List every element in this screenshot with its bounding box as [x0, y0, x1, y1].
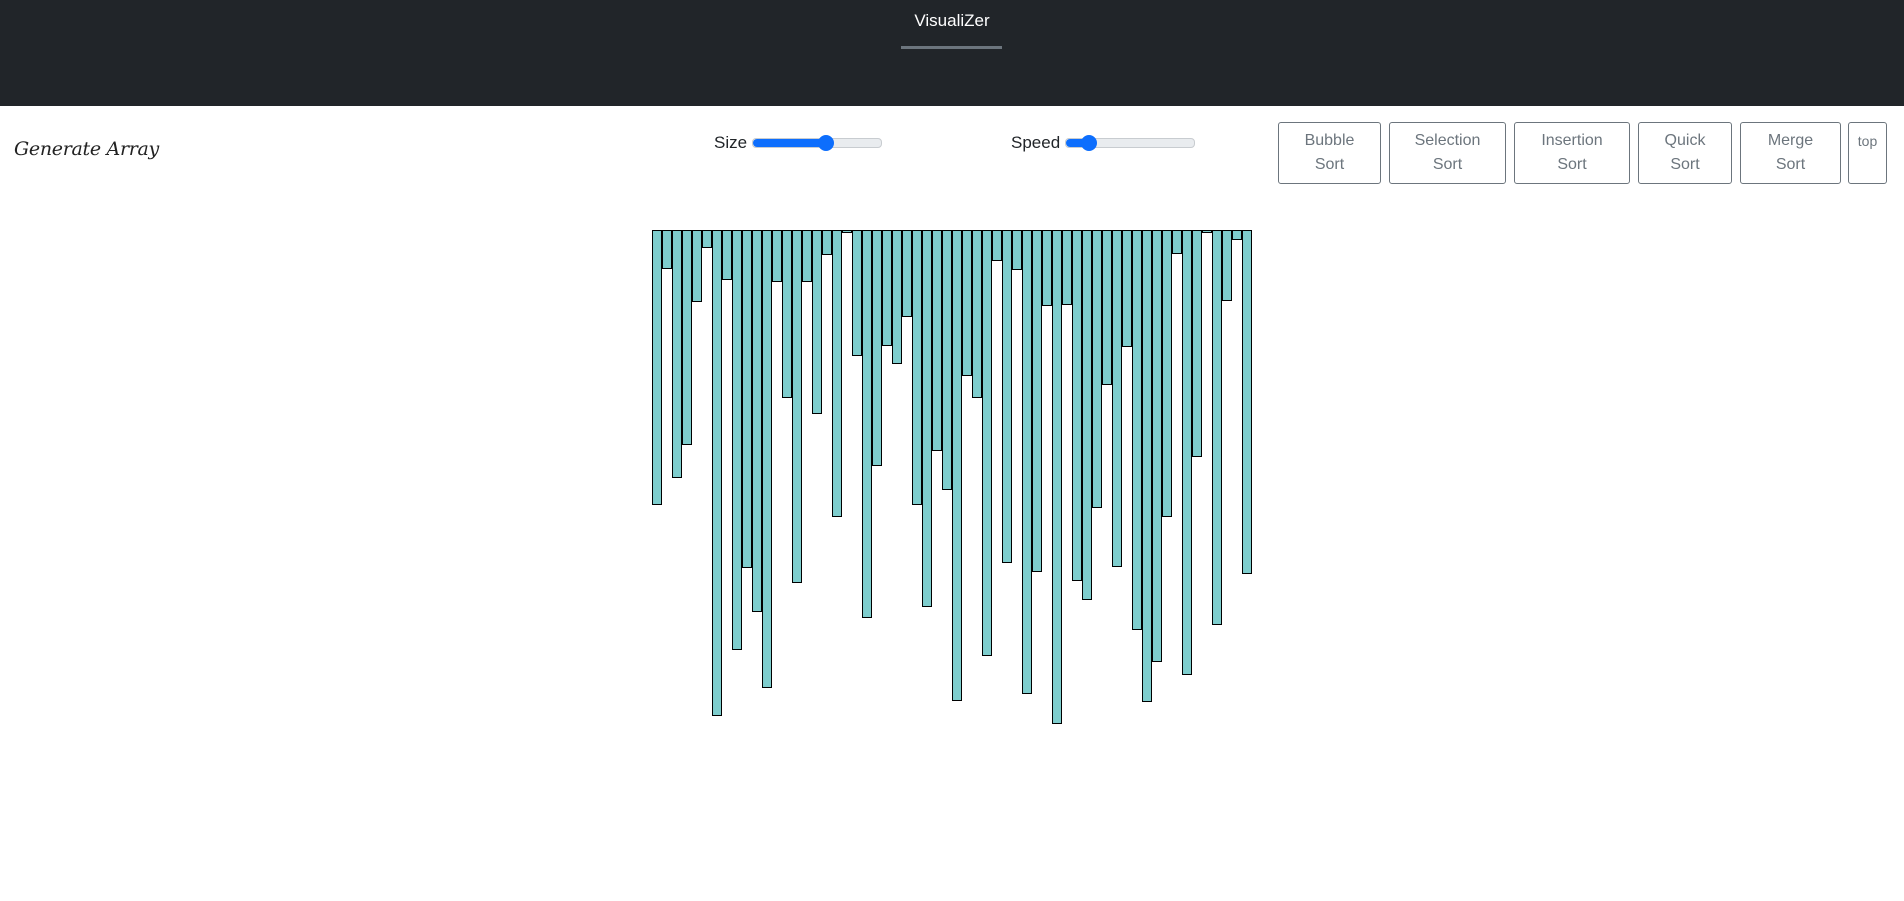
array-bar — [1202, 230, 1212, 233]
array-bar — [742, 230, 752, 568]
quick-sort-button[interactable]: Quick Sort — [1638, 122, 1732, 184]
array-bar — [932, 230, 942, 451]
array-bar — [952, 230, 962, 701]
array-bar — [842, 230, 852, 233]
array-bar — [712, 230, 722, 716]
array-bar — [732, 230, 742, 650]
array-bar — [1112, 230, 1122, 567]
array-bar — [1072, 230, 1082, 581]
array-bar — [902, 230, 912, 317]
array-bar — [1052, 230, 1062, 724]
array-bar — [1222, 230, 1232, 301]
bubble-sort-label: Bubble Sort — [1304, 132, 1355, 173]
array-bar — [942, 230, 952, 490]
array-bar — [962, 230, 972, 376]
array-bars-chart — [652, 230, 1252, 730]
array-bar — [872, 230, 882, 466]
array-bar — [812, 230, 822, 414]
array-bar — [1172, 230, 1182, 254]
array-bar — [1002, 230, 1012, 563]
array-bar — [1242, 230, 1252, 574]
title-underline — [901, 46, 1002, 49]
array-bar — [822, 230, 832, 255]
array-bar — [1012, 230, 1022, 270]
merge-sort-button[interactable]: Merge Sort — [1740, 122, 1841, 184]
array-bar — [1082, 230, 1092, 600]
array-bar — [1062, 230, 1072, 305]
size-slider-thumb[interactable] — [818, 135, 835, 151]
size-slider-fill — [753, 139, 827, 147]
array-bar — [1152, 230, 1162, 662]
array-bar — [1212, 230, 1222, 625]
insertion-sort-label: Insertion Sort — [1541, 132, 1603, 173]
array-bar — [1022, 230, 1032, 694]
array-bar — [982, 230, 992, 656]
speed-label: Speed — [1011, 133, 1061, 152]
array-bar — [722, 230, 732, 280]
array-bar — [752, 230, 762, 612]
size-control: Size — [714, 130, 883, 156]
array-bar — [802, 230, 812, 282]
array-bar — [992, 230, 1002, 261]
array-bar — [912, 230, 922, 505]
array-bar — [892, 230, 902, 364]
array-bar — [1192, 230, 1202, 457]
array-bar — [682, 230, 692, 445]
array-bar — [662, 230, 672, 269]
merge-sort-label: Merge Sort — [1767, 132, 1814, 173]
array-bar — [792, 230, 802, 583]
selection-sort-button[interactable]: Selection Sort — [1389, 122, 1506, 184]
bubble-sort-button[interactable]: Bubble Sort — [1278, 122, 1381, 184]
array-bar — [862, 230, 872, 618]
array-bar — [762, 230, 772, 688]
array-bar — [922, 230, 932, 607]
array-bar — [882, 230, 892, 346]
selection-sort-label: Selection Sort — [1414, 132, 1481, 173]
array-bar — [692, 230, 702, 302]
array-bar — [702, 230, 712, 248]
speed-control: Speed — [1011, 130, 1196, 156]
app-title[interactable]: VisualiZer — [0, 11, 1904, 31]
top-button[interactable]: top — [1848, 122, 1887, 184]
top-button-label: top — [1857, 133, 1878, 149]
array-bar — [1182, 230, 1192, 675]
array-bar — [1132, 230, 1142, 630]
size-slider[interactable] — [752, 135, 883, 151]
array-bar — [832, 230, 842, 517]
array-bar — [772, 230, 782, 282]
array-bar — [652, 230, 662, 505]
generate-array-button[interactable]: Generate Array — [14, 138, 159, 160]
top-navbar: VisualiZer — [0, 0, 1904, 106]
array-bar — [1032, 230, 1042, 572]
array-bar — [782, 230, 792, 398]
speed-slider[interactable] — [1065, 135, 1196, 151]
array-bar — [1142, 230, 1152, 702]
array-bar — [672, 230, 682, 478]
array-bar — [1162, 230, 1172, 517]
array-bar — [1092, 230, 1102, 508]
insertion-sort-button[interactable]: Insertion Sort — [1514, 122, 1630, 184]
array-bar — [1232, 230, 1242, 240]
array-bar — [972, 230, 982, 398]
array-bar — [852, 230, 862, 356]
size-label: Size — [714, 133, 748, 152]
array-bar — [1042, 230, 1052, 306]
array-bar — [1102, 230, 1112, 385]
speed-slider-thumb[interactable] — [1081, 135, 1098, 151]
array-bar — [1122, 230, 1132, 347]
quick-sort-label: Quick Sort — [1664, 132, 1706, 173]
